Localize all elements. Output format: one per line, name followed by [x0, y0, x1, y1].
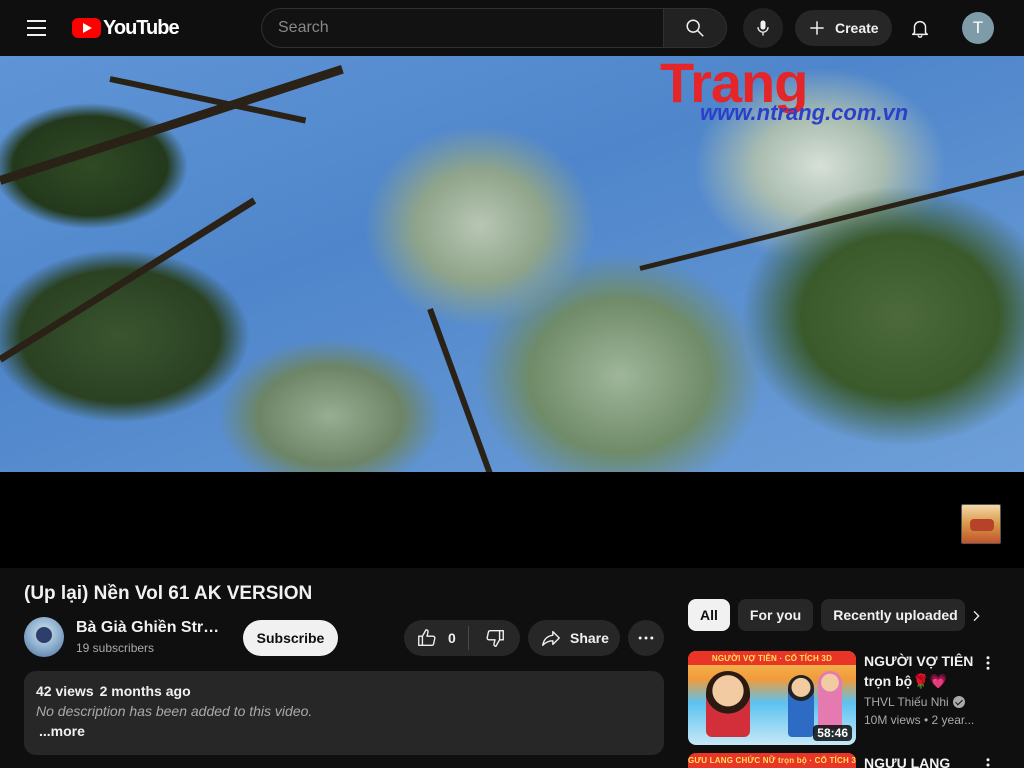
thumbnail-banner: NGƯU LANG CHỨC NỮ trọn bộ · CỔ TÍCH 3D: [688, 753, 856, 767]
filter-chips: All For you Recently uploaded: [688, 599, 966, 631]
chevron-right-icon: [973, 610, 980, 622]
account-avatar[interactable]: T: [962, 12, 994, 44]
more-vertical-icon: [986, 758, 990, 767]
recommended-menu-button[interactable]: [976, 651, 1000, 675]
recommended-title[interactable]: NGƯỜI VỢ TIÊN trọn bộ🌹💗Cổ...: [864, 651, 976, 691]
create-label: Create: [835, 20, 879, 36]
thumbnail-figure-pink: [818, 671, 842, 729]
chip-all[interactable]: All: [688, 599, 730, 631]
recommended-thumbnail[interactable]: NGƯU LANG CHỨC NỮ trọn bộ · CỔ TÍCH 3D: [688, 753, 856, 768]
more-actions-button[interactable]: [628, 620, 664, 656]
end-screen-thumbnail[interactable]: [961, 504, 1001, 544]
share-label: Share: [570, 630, 609, 646]
share-icon: [542, 630, 560, 647]
video-watermark-url: www.ntrang.com.vn: [700, 100, 909, 125]
like-count: 0: [448, 630, 456, 646]
view-count: 42 views: [36, 683, 94, 699]
recommended-video[interactable]: NGƯỜI VỢ TIÊN · CỔ TÍCH 3D 58:46 NGƯỜI V…: [688, 651, 1000, 747]
recommended-thumbnail[interactable]: NGƯỜI VỢ TIÊN · CỔ TÍCH 3D 58:46: [688, 651, 856, 745]
microphone-icon: [757, 20, 769, 36]
like-dislike-group: 0: [404, 620, 520, 656]
chips-next-button[interactable]: [962, 602, 990, 630]
create-button[interactable]: Create: [795, 10, 892, 46]
hamburger-icon: [26, 20, 46, 22]
more-horizontal-icon: [638, 636, 654, 640]
thumbs-up-icon: [418, 629, 436, 647]
video-frame[interactable]: Trang www.ntrang.com.vn: [0, 56, 1024, 472]
channel-name[interactable]: Bà Già Ghiền Stre...: [76, 619, 224, 637]
recommended-title[interactable]: NGƯU LANG: [864, 753, 976, 768]
like-button[interactable]: 0: [404, 620, 468, 656]
thumbnail-banner: NGƯỜI VỢ TIÊN · CỔ TÍCH 3D: [688, 651, 856, 665]
recommended-menu-button[interactable]: [976, 753, 1000, 768]
search-icon: [686, 19, 704, 37]
upload-date: 2 months ago: [99, 683, 191, 699]
video-duration: 58:46: [813, 725, 852, 741]
share-button[interactable]: Share: [528, 620, 620, 656]
guide-menu-button[interactable]: [20, 12, 52, 44]
show-more-link[interactable]: ...more: [39, 723, 652, 739]
chip-recently-uploaded[interactable]: Recently uploaded: [821, 599, 966, 631]
channel-avatar[interactable]: [24, 617, 64, 657]
video-title: (Up lại) Nền Vol 61 AK VERSION: [24, 583, 313, 604]
thumbnail-figure-right: [788, 675, 814, 737]
subscribe-button[interactable]: Subscribe: [243, 620, 338, 656]
description-box[interactable]: 42 views 2 months ago No description has …: [24, 671, 664, 755]
recommended-channel[interactable]: THVL Thiếu Nhi: [864, 695, 965, 709]
bell-icon: [911, 20, 929, 38]
video-player[interactable]: Trang www.ntrang.com.vn: [0, 56, 1024, 568]
description-text: No description has been added to this vi…: [36, 703, 313, 719]
dislike-button[interactable]: [469, 620, 520, 656]
verified-badge-icon: [952, 696, 965, 708]
plus-icon: [810, 21, 824, 35]
youtube-play-icon: [72, 18, 101, 38]
masthead: YouTube Create T: [0, 0, 1024, 56]
search-button[interactable]: [663, 8, 727, 48]
recommended-channel-name: THVL Thiếu Nhi: [864, 695, 949, 709]
chip-for-you[interactable]: For you: [737, 599, 814, 631]
view-date-line: 42 views 2 months ago: [36, 683, 652, 699]
recommended-stats: 10M views • 2 year...: [864, 713, 975, 727]
thumbnail-figure-left: [706, 671, 750, 737]
more-vertical-icon: [986, 656, 990, 670]
logo-text: YouTube: [103, 16, 180, 39]
voice-search-button[interactable]: [743, 8, 783, 48]
thumbs-down-icon: [486, 629, 504, 647]
subscriber-count: 19 subscribers: [76, 641, 155, 655]
search-box[interactable]: [261, 8, 663, 48]
search-input[interactable]: [278, 19, 647, 37]
notifications-button[interactable]: [900, 8, 940, 48]
youtube-logo[interactable]: YouTube: [72, 16, 180, 39]
recommended-video[interactable]: NGƯU LANG CHỨC NỮ trọn bộ · CỔ TÍCH 3D N…: [688, 753, 1000, 768]
